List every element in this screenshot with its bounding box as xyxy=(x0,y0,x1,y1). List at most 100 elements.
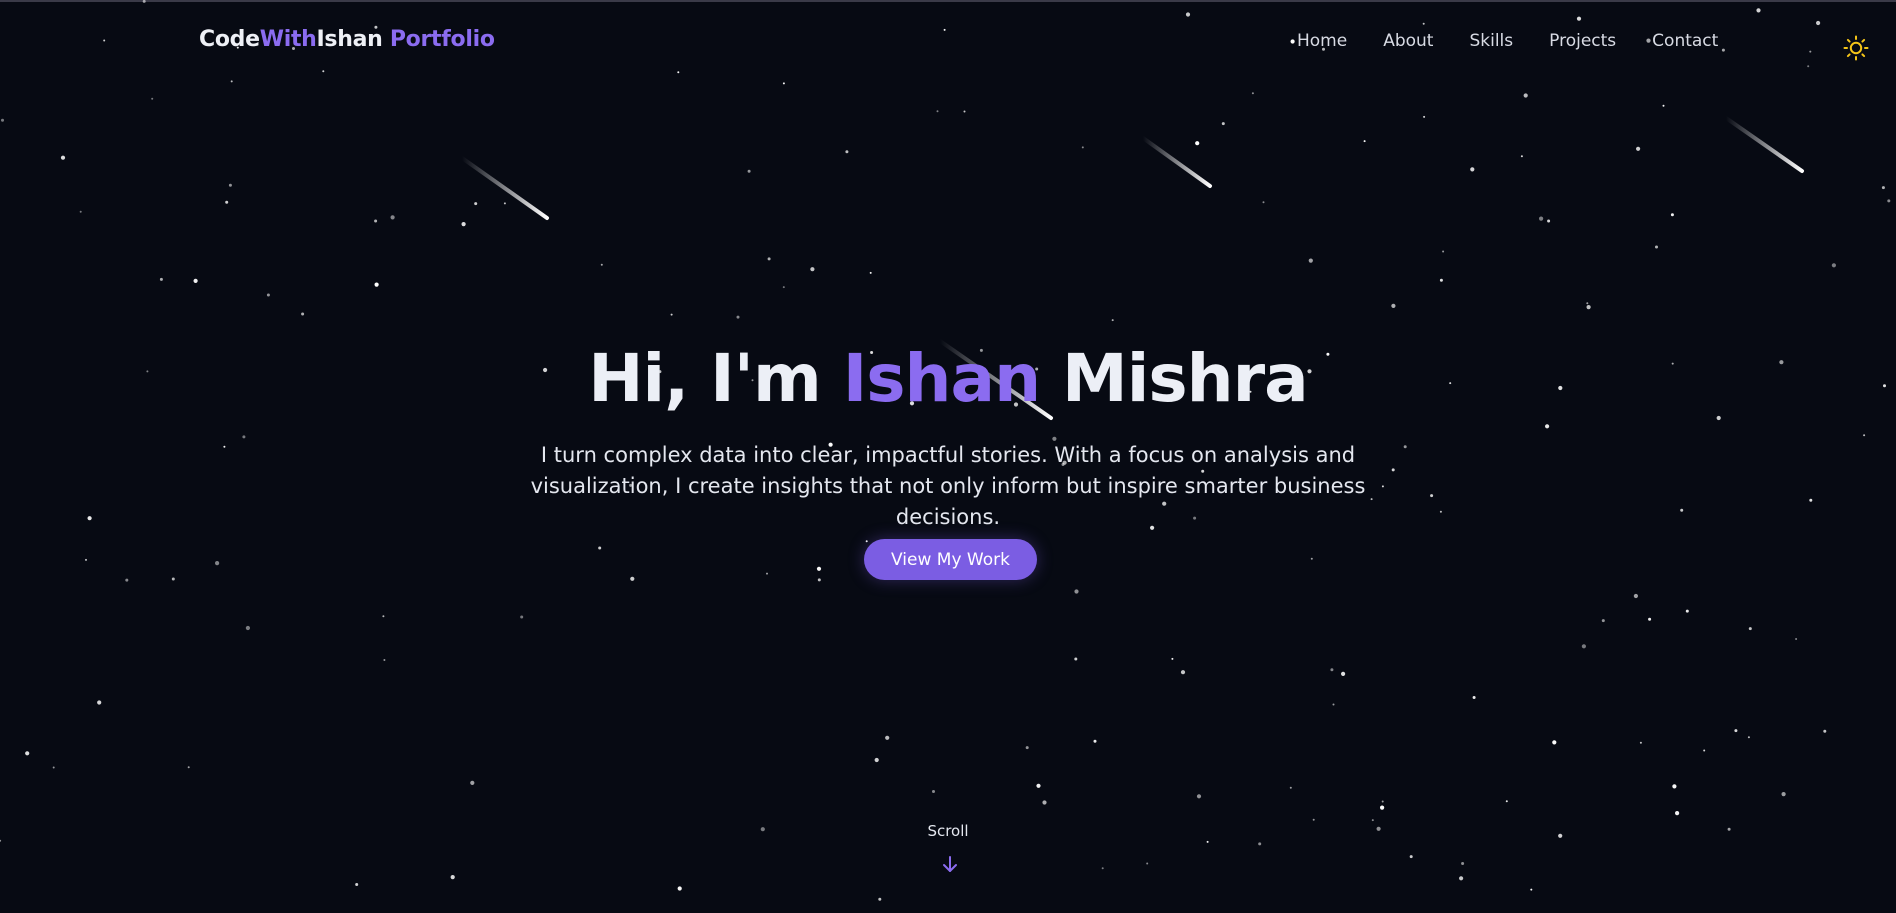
star xyxy=(1171,657,1174,660)
star xyxy=(1648,617,1652,621)
star xyxy=(1262,201,1265,204)
star xyxy=(1312,818,1315,821)
star xyxy=(1520,155,1523,158)
arrow-down-icon[interactable] xyxy=(939,854,961,876)
nav-contact[interactable]: Contact xyxy=(1652,31,1718,51)
star xyxy=(598,546,602,550)
star xyxy=(1863,434,1866,437)
star xyxy=(1639,741,1642,744)
star xyxy=(1747,736,1750,739)
star xyxy=(382,615,385,618)
star xyxy=(1042,800,1047,805)
star xyxy=(1756,8,1761,13)
star xyxy=(1809,498,1813,502)
star xyxy=(677,71,680,74)
scroll-label: Scroll xyxy=(927,822,969,840)
star xyxy=(60,155,66,160)
star xyxy=(1734,729,1738,733)
star xyxy=(1081,146,1084,149)
star xyxy=(1547,219,1551,223)
star xyxy=(1251,92,1254,95)
star xyxy=(936,110,939,113)
star xyxy=(223,445,226,448)
hero-last-name: Mishra xyxy=(1062,340,1309,417)
star xyxy=(225,200,229,204)
brand-code: Code xyxy=(199,27,260,52)
star xyxy=(1180,670,1186,675)
hero-subtitle: I turn complex data into clear, impactfu… xyxy=(530,443,1366,529)
star xyxy=(1675,811,1680,816)
star xyxy=(1670,213,1674,217)
star xyxy=(503,202,506,205)
star xyxy=(1472,696,1476,699)
star xyxy=(187,766,190,769)
nav-about[interactable]: About xyxy=(1383,31,1433,51)
star xyxy=(767,257,771,261)
sun-icon[interactable] xyxy=(1843,35,1869,61)
star xyxy=(470,780,475,786)
star xyxy=(461,222,466,227)
star xyxy=(85,558,87,561)
nav-home[interactable]: Home xyxy=(1297,31,1347,51)
star xyxy=(1093,739,1097,743)
star xyxy=(1195,141,1200,146)
star xyxy=(103,39,106,42)
star xyxy=(230,80,233,83)
star xyxy=(1601,619,1605,623)
star xyxy=(1391,303,1396,308)
star xyxy=(171,577,175,581)
star xyxy=(1290,39,1295,44)
star xyxy=(1459,876,1464,881)
star xyxy=(1636,146,1641,151)
star xyxy=(885,735,890,740)
star xyxy=(1380,805,1385,810)
star xyxy=(79,210,82,213)
star xyxy=(52,766,55,769)
star xyxy=(1831,263,1836,268)
star xyxy=(142,0,146,3)
star xyxy=(600,263,603,266)
star xyxy=(869,271,872,274)
star xyxy=(1672,784,1677,789)
nav-skills[interactable]: Skills xyxy=(1469,31,1513,51)
star xyxy=(1074,657,1078,661)
brand-logo[interactable]: CodeWithIshan Portfolio xyxy=(199,27,495,52)
star xyxy=(782,82,785,85)
star xyxy=(1146,862,1149,865)
star xyxy=(1289,786,1292,789)
star xyxy=(878,897,882,901)
star xyxy=(932,790,935,793)
star xyxy=(97,700,102,705)
star xyxy=(1887,199,1891,203)
hero-greeting: Hi, I'm xyxy=(588,340,821,417)
star xyxy=(301,312,305,316)
star xyxy=(1552,740,1557,745)
star xyxy=(1505,800,1508,803)
hero-title: Hi, I'm Ishan Mishra xyxy=(0,340,1896,417)
star xyxy=(374,282,379,287)
star xyxy=(817,578,821,582)
nav-projects[interactable]: Projects xyxy=(1549,31,1616,51)
star xyxy=(736,315,740,319)
star xyxy=(1781,792,1786,797)
star xyxy=(865,540,868,543)
star xyxy=(1371,819,1374,822)
star xyxy=(630,576,635,581)
brand-with: With xyxy=(259,27,317,52)
star xyxy=(1409,855,1413,859)
star xyxy=(1381,800,1384,803)
star xyxy=(816,566,822,571)
star xyxy=(1823,729,1827,733)
star xyxy=(1470,167,1475,172)
view-my-work-button[interactable]: View My Work xyxy=(864,539,1037,580)
star xyxy=(1530,888,1533,891)
star xyxy=(1101,867,1104,870)
star xyxy=(1332,703,1335,706)
star xyxy=(151,97,154,100)
star xyxy=(1586,305,1591,310)
star xyxy=(1655,245,1658,249)
star xyxy=(1363,140,1366,143)
star xyxy=(782,286,785,289)
star xyxy=(1576,16,1582,21)
star xyxy=(1,118,4,122)
